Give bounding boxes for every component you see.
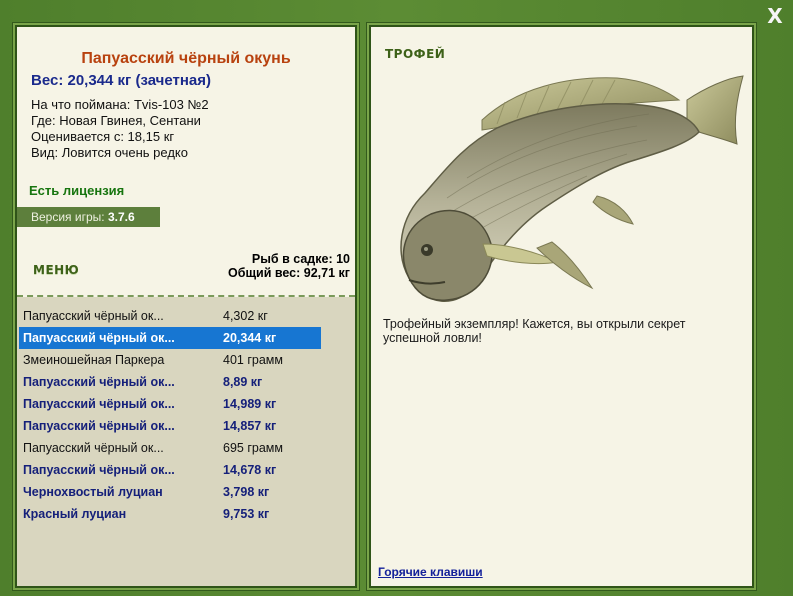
catch-list-row[interactable]: Папуасский чёрный ок... 20,344 кг bbox=[19, 327, 321, 349]
catch-fish-weight: 695 грамм bbox=[223, 441, 283, 455]
total-weight: Общий вес: 92,71 кг bbox=[228, 266, 350, 280]
catch-fish-weight: 20,344 кг bbox=[223, 331, 277, 345]
version-label: Версия игры: bbox=[31, 210, 105, 224]
catch-fish-weight: 8,89 кг bbox=[223, 375, 263, 389]
catch-fish-name: Папуасский чёрный ок... bbox=[23, 463, 175, 477]
catch-fish-weight: 401 грамм bbox=[223, 353, 283, 367]
catch-list-row[interactable]: Папуасский чёрный ок... 14,857 кг bbox=[19, 415, 321, 437]
catch-fish-name: Змеиношейная Паркера bbox=[23, 353, 165, 367]
hotkeys-link[interactable]: Горячие клавиши bbox=[378, 565, 483, 579]
version-bar: Версия игры: 3.7.6 bbox=[17, 207, 160, 227]
catch-fish-name: Чернохвостый луциан bbox=[23, 485, 163, 499]
fish-count: Рыб в садке: 10 bbox=[251, 252, 350, 266]
fish-image bbox=[400, 75, 744, 302]
rarity: Вид: Ловится очень редко bbox=[31, 145, 188, 160]
catch-fish-weight: 14,989 кг bbox=[223, 397, 277, 411]
catch-fish-name: Красный луциан bbox=[23, 507, 127, 521]
trophy-panel: ТРОФЕЙ Трофейный экземпляр! Кажется, вы … bbox=[369, 25, 754, 588]
valued-from: Оценивается с: 18,15 кг bbox=[31, 129, 175, 144]
catch-fish-name: Папуасский чёрный ок... bbox=[23, 397, 175, 411]
catch-list-row[interactable]: Змеиношейная Паркера 401 грамм bbox=[19, 349, 321, 371]
catch-fish-name: Папуасский чёрный ок... bbox=[23, 309, 164, 323]
catch-list-row[interactable]: Папуасский чёрный ок... 695 грамм bbox=[19, 437, 321, 459]
menu-button[interactable]: МЕНЮ bbox=[33, 263, 79, 277]
license-status: Есть лицензия bbox=[29, 183, 125, 198]
catch-list-row[interactable]: Папуасский чёрный ок... 14,678 кг bbox=[19, 459, 321, 481]
catch-fish-name: Папуасский чёрный ок... bbox=[23, 441, 164, 455]
catch-fish-name: Папуасский чёрный ок... bbox=[23, 375, 175, 389]
close-icon[interactable]: X bbox=[765, 6, 785, 26]
keepnet-stats: Рыб в садке: 10 Общий вес: 92,71 кг bbox=[228, 252, 350, 280]
catch-list-row[interactable]: Папуасский чёрный ок... 14,989 кг bbox=[19, 393, 321, 415]
catch-fish-name: Папуасский чёрный ок... bbox=[23, 331, 175, 345]
catch-list-row[interactable]: Папуасский чёрный ок... 8,89 кг bbox=[19, 371, 321, 393]
fish-weight: Вес: 20,344 кг (зачетная) bbox=[31, 72, 212, 89]
catch-list: Папуасский чёрный ок... 4,302 кг Папуасски… bbox=[17, 297, 355, 586]
version-value: 3.7.6 bbox=[107, 210, 135, 224]
catch-fish-weight: 14,857 кг bbox=[223, 419, 277, 433]
caught-with: На что поймана: Tvis-103 №2 bbox=[31, 97, 209, 112]
catch-list-row[interactable]: Чернохвостый луциан 3,798 кг bbox=[19, 481, 321, 503]
catch-fish-weight: 4,302 кг bbox=[223, 309, 268, 323]
fish-info-panel: Папуасский чёрный окунь Вес: 20,344 кг (… bbox=[15, 25, 357, 588]
catch-fish-weight: 9,753 кг bbox=[223, 507, 270, 521]
catch-fish-name: Папуасский чёрный ок... bbox=[23, 419, 175, 433]
catch-list-row[interactable]: Красный луциан 9,753 кг bbox=[19, 503, 321, 525]
catch-fish-weight: 3,798 кг bbox=[223, 485, 270, 499]
trophy-label: ТРОФЕЙ bbox=[385, 47, 446, 61]
trophy-description: Трофейный экземпляр! Кажется, вы открыли… bbox=[383, 317, 686, 345]
catch-fish-weight: 14,678 кг bbox=[223, 463, 277, 477]
fish-name: Папуасский чёрный окунь bbox=[81, 50, 291, 67]
catch-location: Где: Новая Гвинея, Сентани bbox=[31, 113, 201, 128]
catch-list-row[interactable]: Папуасский чёрный ок... 4,302 кг bbox=[19, 305, 321, 327]
